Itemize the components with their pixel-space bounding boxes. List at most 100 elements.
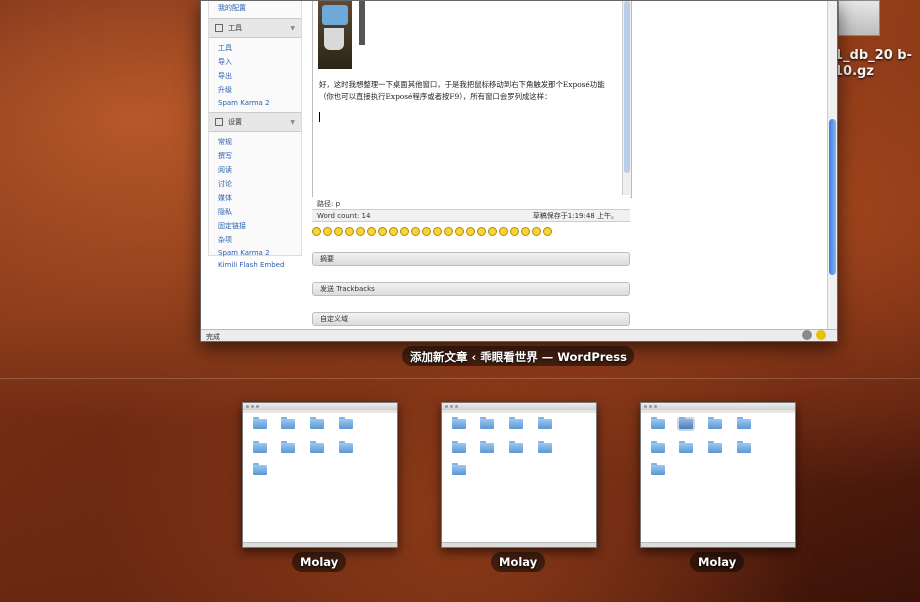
wordpress-editor-window[interactable]: 我的配置 工具 ▼ 工具 导入 导出 升级 Spam Karma 2 设置 ▼ … <box>200 0 838 342</box>
sidebar-item-export[interactable]: 导出 <box>209 69 301 83</box>
status-text: 完成 <box>206 333 220 341</box>
folder-icon <box>310 441 324 453</box>
smiley-icon[interactable] <box>532 227 541 236</box>
sidebar-item-permalinks[interactable]: 固定链接 <box>209 219 301 233</box>
window-scrollbar[interactable] <box>827 1 837 329</box>
folder-icon <box>509 441 523 453</box>
sidebar-item-upgrade[interactable]: 升级 <box>209 83 301 97</box>
folder-icon <box>452 417 466 429</box>
desktop-file-label: 1_db_20 b-10.gz <box>834 48 912 79</box>
post-body-text[interactable]: 好，这时我想整理一下桌面其他窗口，于是我把鼠标移动到右下角触发那个Exposé功… <box>319 79 615 103</box>
folder-icon <box>651 417 665 429</box>
folder-icon <box>737 417 751 429</box>
word-count-bar: Word count: 14 草稿保存于1:19:48 上午。 <box>312 209 630 222</box>
sidebar-item-media[interactable]: 媒体 <box>209 191 301 205</box>
status-puzzle-icon[interactable] <box>802 330 812 340</box>
smiley-icon[interactable] <box>477 227 486 236</box>
finder-window-thumbnail-2[interactable] <box>441 402 597 548</box>
folder-icon <box>339 441 353 453</box>
admin-sidebar: 我的配置 工具 ▼ 工具 导入 导出 升级 Spam Karma 2 设置 ▼ … <box>208 1 302 269</box>
window-statusbar <box>442 542 596 547</box>
sidebar-item-reading[interactable]: 阅读 <box>209 163 301 177</box>
window-statusbar <box>243 542 397 547</box>
folder-icon <box>253 441 267 453</box>
sidebar-header-label: 设置 <box>228 118 242 126</box>
smiley-icon[interactable] <box>510 227 519 236</box>
image-thumbnail <box>318 1 352 69</box>
folder-icon <box>339 417 353 429</box>
smiley-icon[interactable] <box>356 227 365 236</box>
expose-divider <box>0 378 920 379</box>
post-editor[interactable]: 好，这时我想整理一下桌面其他窗口，于是我把鼠标移动到右下角触发那个Exposé功… <box>312 1 632 198</box>
folder-icon <box>538 441 552 453</box>
path-indicator: 路径: p <box>312 197 630 209</box>
word-count: Word count: 14 <box>317 211 371 220</box>
window-statusbar <box>641 542 795 547</box>
smiley-icon[interactable] <box>400 227 409 236</box>
draft-saved-status: 草稿保存于1:19:48 上午。 <box>532 211 618 220</box>
tools-icon <box>215 24 223 32</box>
smiley-icon[interactable] <box>367 227 376 236</box>
folder-icon <box>509 417 523 429</box>
editor-scrollbar[interactable] <box>622 1 631 195</box>
folder-icon <box>310 417 324 429</box>
folder-icon <box>480 441 494 453</box>
sidebar-item-kimili-flash[interactable]: Kimili Flash Embed <box>209 259 301 271</box>
smiley-icon[interactable] <box>499 227 508 236</box>
collapse-arrow-icon: ▼ <box>290 24 295 32</box>
smiley-icon[interactable] <box>455 227 464 236</box>
folder-icon <box>737 441 751 453</box>
sidebar-link-profile[interactable]: 我的配置 <box>209 1 301 15</box>
sidebar-item-tools[interactable]: 工具 <box>209 41 301 55</box>
folder-icon <box>452 463 466 475</box>
panel-excerpt[interactable]: 摘要 <box>312 252 630 266</box>
window-toolbar <box>641 410 795 413</box>
folder-icon <box>480 417 494 429</box>
sidebar-item-misc[interactable]: 杂项 <box>209 233 301 247</box>
browser-status-bar: 完成 <box>201 329 837 341</box>
text-caret <box>319 112 320 122</box>
folder-icon <box>281 417 295 429</box>
smiley-icon[interactable] <box>312 227 321 236</box>
smiley-icon[interactable] <box>422 227 431 236</box>
desktop-file-icon[interactable] <box>838 0 880 36</box>
sidebar-item-general[interactable]: 常规 <box>209 135 301 149</box>
smiley-icon[interactable] <box>521 227 530 236</box>
finder-window-thumbnail-1[interactable] <box>242 402 398 548</box>
window-label-molay-3: Molay <box>690 552 745 572</box>
finder-window-thumbnail-3[interactable] <box>640 402 796 548</box>
sidebar-item-writing[interactable]: 撰写 <box>209 149 301 163</box>
smiley-toolbar <box>312 227 552 236</box>
smiley-icon[interactable] <box>466 227 475 236</box>
smiley-icon[interactable] <box>411 227 420 236</box>
folder-icon-selected <box>677 417 695 431</box>
sidebar-item-spam-karma[interactable]: Spam Karma 2 <box>209 97 301 109</box>
smiley-icon[interactable] <box>389 227 398 236</box>
image-thumbnail <box>359 1 365 45</box>
folder-icon <box>253 463 267 475</box>
sidebar-header-tools[interactable]: 工具 ▼ <box>209 18 301 38</box>
smiley-icon[interactable] <box>488 227 497 236</box>
smiley-icon[interactable] <box>444 227 453 236</box>
folder-icon <box>651 463 665 475</box>
folder-icon <box>708 417 722 429</box>
sidebar-header-settings[interactable]: 设置 ▼ <box>209 112 301 132</box>
folder-icon <box>538 417 552 429</box>
sidebar-item-privacy[interactable]: 隐私 <box>209 205 301 219</box>
panel-trackbacks[interactable]: 发送 Trackbacks <box>312 282 630 296</box>
smiley-icon[interactable] <box>345 227 354 236</box>
status-lightning-icon[interactable] <box>816 330 826 340</box>
smiley-icon[interactable] <box>543 227 552 236</box>
smiley-icon[interactable] <box>433 227 442 236</box>
panel-custom-fields[interactable]: 自定义域 <box>312 312 630 326</box>
folder-icon <box>679 441 693 453</box>
sidebar-item-import[interactable]: 导入 <box>209 55 301 69</box>
sidebar-item-discussion[interactable]: 讨论 <box>209 177 301 191</box>
window-label-molay-1: Molay <box>292 552 347 572</box>
scrollbar-thumb[interactable] <box>829 119 836 275</box>
smiley-icon[interactable] <box>334 227 343 236</box>
smiley-icon[interactable] <box>323 227 332 236</box>
sidebar-item-spam-karma-settings[interactable]: Spam Karma 2 <box>209 247 301 259</box>
scrollbar-thumb[interactable] <box>624 1 630 173</box>
smiley-icon[interactable] <box>378 227 387 236</box>
